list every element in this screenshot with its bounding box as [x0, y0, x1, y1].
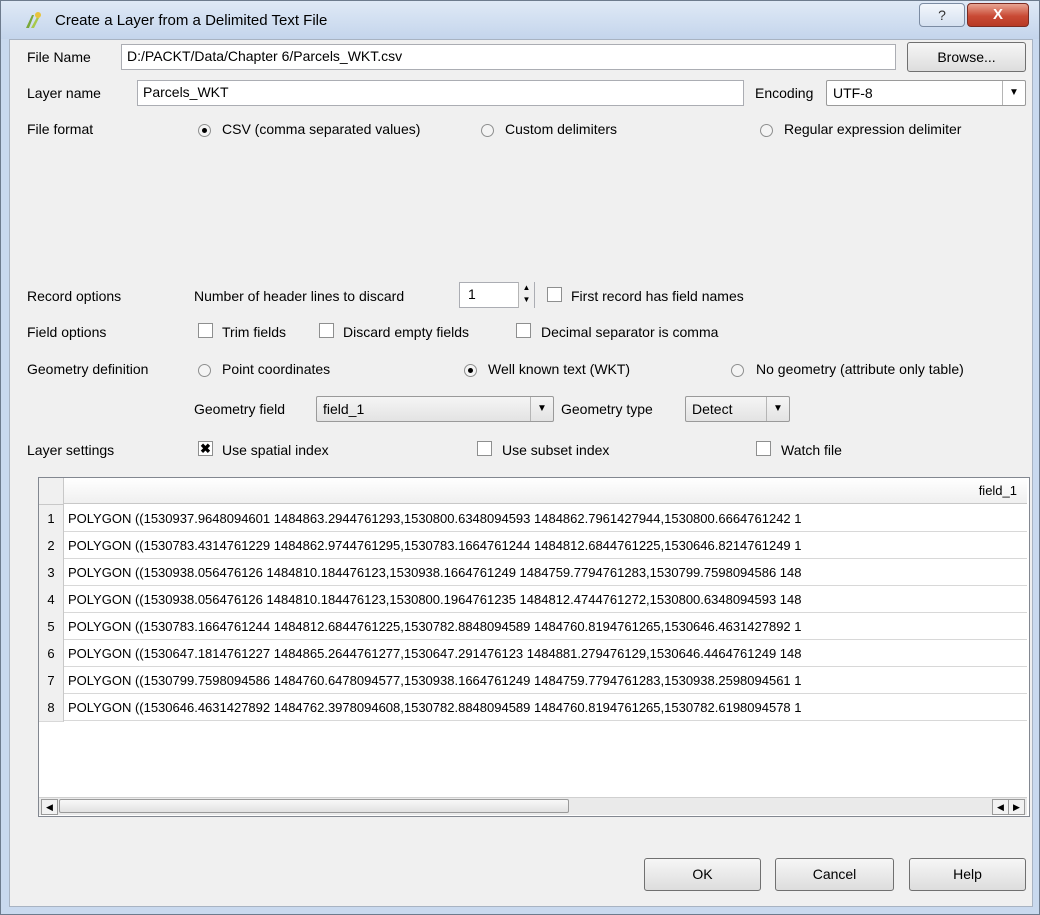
chevron-down-icon: ▼: [530, 397, 553, 421]
decimal-comma-label: Decimal separator is comma: [541, 324, 719, 340]
radio-custom-delimiters[interactable]: [481, 124, 494, 137]
geometry-definition-label: Geometry definition: [27, 361, 149, 377]
radio-wkt[interactable]: [464, 364, 477, 377]
radio-wkt-label: Well known text (WKT): [488, 361, 631, 377]
browse-button[interactable]: Browse...: [907, 42, 1026, 72]
table-cell[interactable]: POLYGON ((1530937.9648094601 1484863.294…: [64, 505, 1027, 532]
radio-no-geometry[interactable]: [731, 364, 744, 377]
table-row[interactable]: 1 POLYGON ((1530937.9648094601 1484863.2…: [39, 505, 1027, 533]
row-number: 1: [39, 505, 64, 533]
table-cell[interactable]: POLYGON ((1530646.4631427892 1484762.397…: [64, 694, 1027, 721]
file-name-label: File Name: [27, 49, 91, 65]
layer-settings-label: Layer settings: [27, 442, 115, 458]
title-bar[interactable]: Create a Layer from a Delimited Text Fil…: [1, 1, 1039, 39]
row-number: 2: [39, 532, 64, 560]
table-cell[interactable]: POLYGON ((1530938.056476126 1484810.1844…: [64, 559, 1027, 586]
table-cell[interactable]: POLYGON ((1530783.4314761229 1484862.974…: [64, 532, 1027, 559]
table-cell[interactable]: POLYGON ((1530647.1814761227 1484865.264…: [64, 640, 1027, 667]
context-help-button[interactable]: ?: [919, 3, 965, 27]
table-cell[interactable]: POLYGON ((1530799.7598094586 1484760.647…: [64, 667, 1027, 694]
subset-index-checkbox[interactable]: [477, 441, 492, 456]
table-cell[interactable]: POLYGON ((1530783.1664761244 1484812.684…: [64, 613, 1027, 640]
dialog-window: Create a Layer from a Delimited Text Fil…: [0, 0, 1040, 915]
table-row[interactable]: 7 POLYGON ((1530799.7598094586 1484760.6…: [39, 667, 1027, 695]
radio-regex-delimiter[interactable]: [760, 124, 773, 137]
radio-point-coordinates[interactable]: [198, 364, 211, 377]
decimal-comma-checkbox[interactable]: [516, 323, 531, 338]
trim-fields-checkbox[interactable]: [198, 323, 213, 338]
radio-no-geometry-label: No geometry (attribute only table): [756, 361, 964, 377]
discard-empty-checkbox[interactable]: [319, 323, 334, 338]
qgis-add-layer-icon: [26, 12, 41, 28]
chevron-down-icon: ▼: [766, 397, 789, 421]
scroll-right-icon[interactable]: ▶: [1008, 799, 1025, 815]
scroll-left-icon[interactable]: ◀: [992, 799, 1009, 815]
sample-data-table: field_1 1 POLYGON ((1530937.9648094601 1…: [38, 477, 1030, 817]
encoding-value: UTF-8: [833, 85, 873, 101]
radio-regex-delimiter-label: Regular expression delimiter: [784, 121, 962, 137]
file-name-input[interactable]: D:/PACKT/Data/Chapter 6/Parcels_WKT.csv: [121, 44, 896, 70]
record-options-label: Record options: [27, 288, 122, 304]
watch-file-label: Watch file: [781, 442, 842, 458]
geometry-type-select[interactable]: Detect ▼: [685, 396, 790, 422]
radio-point-coordinates-label: Point coordinates: [222, 361, 331, 377]
table-cell[interactable]: POLYGON ((1530938.056476126 1484810.1844…: [64, 586, 1027, 613]
cancel-button[interactable]: Cancel: [775, 858, 894, 891]
row-number: 3: [39, 559, 64, 587]
table-row[interactable]: 3 POLYGON ((1530938.056476126 1484810.18…: [39, 559, 1027, 587]
row-number: 4: [39, 586, 64, 614]
row-number: 6: [39, 640, 64, 668]
geometry-field-value: field_1: [323, 401, 365, 417]
header-lines-label: Number of header lines to discard: [194, 288, 405, 304]
encoding-label: Encoding: [755, 85, 814, 101]
encoding-select[interactable]: UTF-8 ▼: [826, 80, 1026, 106]
column-header-field-1[interactable]: field_1: [64, 478, 1027, 504]
scrollbar-thumb[interactable]: [59, 799, 569, 813]
discard-empty-label: Discard empty fields: [343, 324, 470, 340]
watch-file-checkbox[interactable]: [756, 441, 771, 456]
close-button[interactable]: X: [967, 3, 1029, 27]
geometry-type-value: Detect: [692, 401, 733, 417]
radio-custom-delimiters-label: Custom delimiters: [505, 121, 618, 137]
spatial-index-checkbox[interactable]: ✖: [198, 441, 213, 456]
table-row[interactable]: 2 POLYGON ((1530783.4314761229 1484862.9…: [39, 532, 1027, 560]
spatial-index-label: Use spatial index: [222, 442, 329, 458]
layer-name-input[interactable]: Parcels_WKT: [137, 80, 744, 106]
field-options-label: Field options: [27, 324, 107, 340]
table-row[interactable]: 5 POLYGON ((1530783.1664761244 1484812.6…: [39, 613, 1027, 641]
radio-csv[interactable]: [198, 124, 211, 137]
geometry-type-label: Geometry type: [561, 401, 653, 417]
window-title: Create a Layer from a Delimited Text Fil…: [55, 12, 328, 29]
layer-name-label: Layer name: [27, 85, 101, 101]
trim-fields-label: Trim fields: [222, 324, 287, 340]
table-row[interactable]: 4 POLYGON ((1530938.056476126 1484810.18…: [39, 586, 1027, 614]
dialog-body: File Name D:/PACKT/Data/Chapter 6/Parcel…: [9, 39, 1033, 907]
scroll-left-icon[interactable]: ◀: [41, 799, 58, 815]
row-number: 7: [39, 667, 64, 695]
first-record-checkbox[interactable]: [547, 287, 562, 302]
table-row[interactable]: 8 POLYGON ((1530646.4631427892 1484762.3…: [39, 694, 1027, 722]
first-record-label: First record has field names: [571, 288, 744, 304]
subset-index-label: Use subset index: [502, 442, 610, 458]
radio-csv-label: CSV (comma separated values): [222, 121, 421, 137]
row-number: 8: [39, 694, 64, 722]
spin-arrows-icon[interactable]: ▲ ▼: [518, 282, 534, 308]
help-button[interactable]: Help: [909, 858, 1026, 891]
file-format-label: File format: [27, 121, 94, 137]
geometry-field-select[interactable]: field_1 ▼: [316, 396, 554, 422]
header-lines-value: 1: [468, 286, 476, 302]
chevron-down-icon: ▼: [1002, 81, 1025, 105]
table-row[interactable]: 6 POLYGON ((1530647.1814761227 1484865.2…: [39, 640, 1027, 668]
horizontal-scrollbar[interactable]: ◀ ◀ ▶: [39, 797, 1027, 815]
table-corner[interactable]: [39, 478, 64, 505]
geometry-field-label: Geometry field: [194, 401, 286, 417]
row-number: 5: [39, 613, 64, 641]
ok-button[interactable]: OK: [644, 858, 761, 891]
